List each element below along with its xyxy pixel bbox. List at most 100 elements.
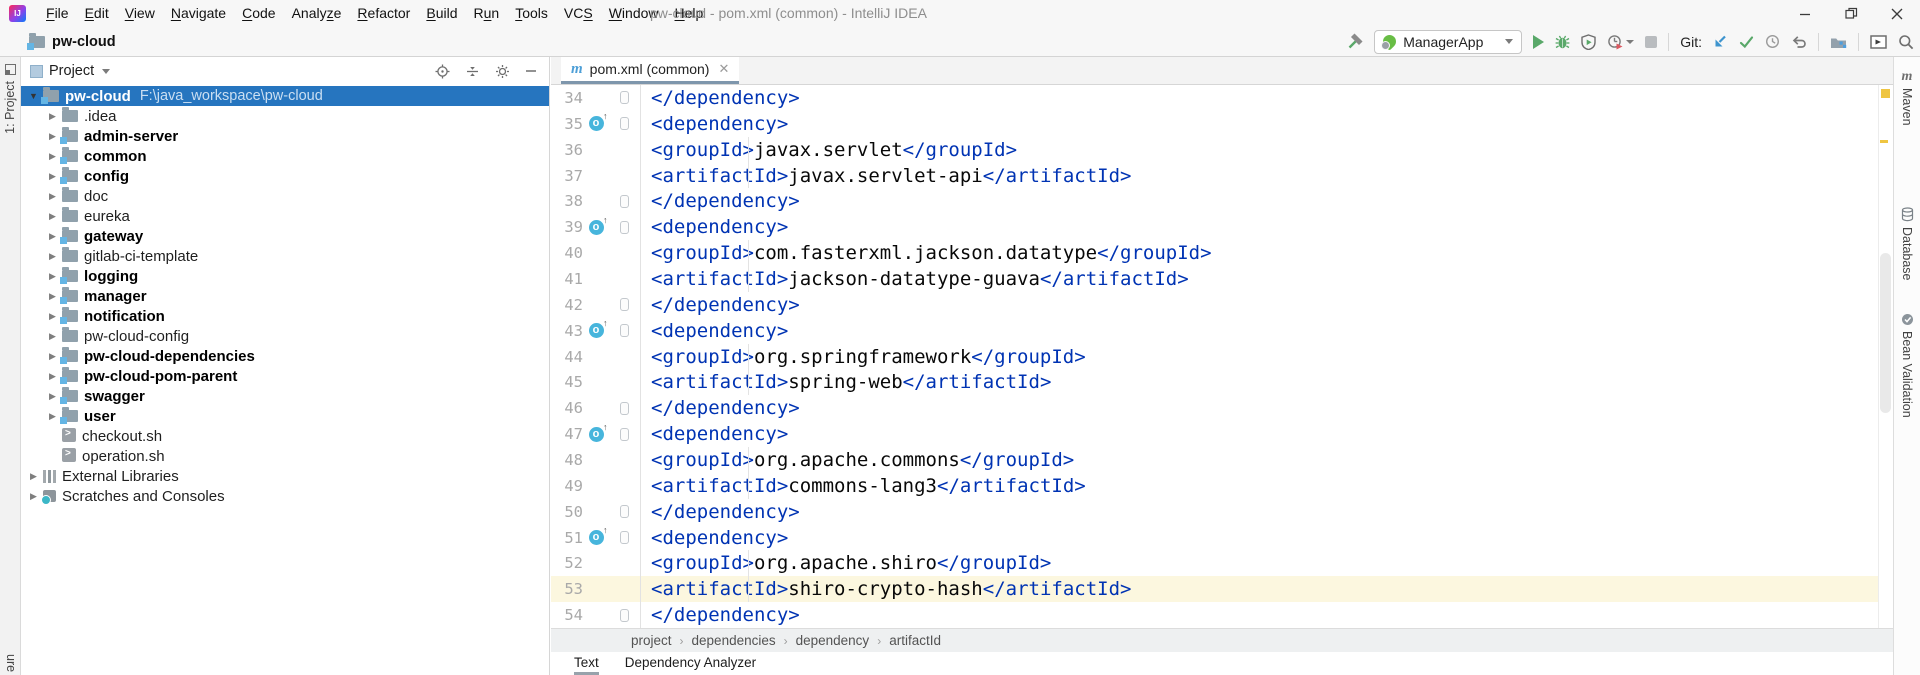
fold-end-icon[interactable] — [620, 505, 629, 518]
run-anything-window-icon[interactable] — [1870, 35, 1887, 49]
code-line-49[interactable]: 49 <artifactId>commons-lang3</artifactId… — [551, 473, 1893, 499]
chevron-right-icon[interactable]: ▶ — [44, 331, 61, 342]
nav-project-item[interactable]: pw-cloud — [52, 34, 116, 50]
tree-item-swagger[interactable]: ▶swagger — [21, 386, 549, 406]
tool-stripe-maven-button[interactable]: m Maven — [1894, 71, 1920, 126]
run-configuration-select[interactable]: ManagerApp — [1374, 30, 1522, 54]
tool-stripe-structure-button[interactable]: ure — [4, 654, 18, 672]
tree-item-manager[interactable]: ▶manager — [21, 286, 549, 306]
breadcrumb-item-dependencies[interactable]: dependencies — [690, 633, 778, 648]
code-line-53[interactable]: 53 <artifactId>shiro-crypto-hash</artifa… — [551, 576, 1893, 602]
code-line-40[interactable]: 40 <groupId>com.fasterxml.jackson.dataty… — [551, 240, 1893, 266]
search-everywhere-icon[interactable] — [1898, 34, 1914, 50]
run-button[interactable] — [1533, 35, 1544, 49]
fold-end-icon[interactable] — [620, 402, 629, 415]
project-panel-title[interactable]: Project — [49, 63, 94, 79]
stop-button[interactable] — [1645, 36, 1657, 48]
code-line-47[interactable]: 47o <dependency> — [551, 421, 1893, 447]
tab-close-icon[interactable]: ✕ — [718, 61, 729, 77]
chevron-right-icon[interactable]: ▶ — [44, 231, 61, 242]
tree-item-external-libraries[interactable]: ▶External Libraries — [21, 466, 549, 486]
tree-item-pw-cloud-config[interactable]: ▶pw-cloud-config — [21, 326, 549, 346]
tool-stripe-bean-validation-button[interactable]: Bean Validation — [1894, 313, 1920, 418]
chevron-right-icon[interactable]: ▶ — [44, 291, 61, 302]
git-commit-icon[interactable] — [1739, 35, 1754, 49]
tool-stripe-project-button[interactable]: 1: Project — [3, 81, 17, 134]
chevron-right-icon[interactable]: ▶ — [44, 251, 61, 262]
run-with-coverage-icon[interactable] — [1581, 34, 1596, 50]
maven-dependency-gutter-icon[interactable]: o — [589, 220, 604, 235]
fold-start-icon[interactable] — [620, 117, 629, 130]
minimize-icon[interactable] — [1782, 0, 1828, 27]
code-line-35[interactable]: 35o <dependency> — [551, 111, 1893, 137]
chevron-right-icon[interactable]: ▶ — [44, 351, 61, 362]
menu-build[interactable]: Build — [418, 0, 465, 27]
fold-end-icon[interactable] — [620, 298, 629, 311]
breadcrumb-item-artifactId[interactable]: artifactId — [887, 633, 943, 648]
profiler-icon[interactable] — [1607, 34, 1634, 50]
chevron-right-icon[interactable]: ▶ — [44, 311, 61, 322]
tree-item-pw-cloud-pom-parent[interactable]: ▶pw-cloud-pom-parent — [21, 366, 549, 386]
close-icon[interactable] — [1874, 0, 1920, 27]
code-editor[interactable]: 34 </dependency>35o <dependency>36 <grou… — [551, 85, 1893, 628]
tree-item-pw-cloud-dependencies[interactable]: ▶pw-cloud-dependencies — [21, 346, 549, 366]
menu-edit[interactable]: Edit — [77, 0, 117, 27]
code-line-44[interactable]: 44 <groupId>org.springframework</groupId… — [551, 344, 1893, 370]
bottom-tab-dependency-analyzer[interactable]: Dependency Analyzer — [625, 652, 756, 675]
settings-gear-icon[interactable] — [495, 64, 510, 79]
tree-item-doc[interactable]: ▶doc — [21, 186, 549, 206]
chevron-right-icon[interactable]: ▶ — [44, 271, 61, 282]
chevron-right-icon[interactable]: ▶ — [44, 151, 61, 162]
menu-navigate[interactable]: Navigate — [163, 0, 234, 27]
chevron-right-icon[interactable]: ▶ — [44, 391, 61, 402]
code-line-34[interactable]: 34 </dependency> — [551, 85, 1893, 111]
history-clock-icon[interactable] — [1765, 34, 1780, 49]
code-line-38[interactable]: 38 </dependency> — [551, 188, 1893, 214]
locate-file-icon[interactable] — [435, 64, 450, 79]
fold-end-icon[interactable] — [620, 609, 629, 622]
tree-item-eureka[interactable]: ▶eureka — [21, 206, 549, 226]
restore-icon[interactable] — [1828, 0, 1874, 27]
tree-item--idea[interactable]: ▶.idea — [21, 106, 549, 126]
warning-stripe-mark[interactable] — [1880, 140, 1888, 143]
maven-dependency-gutter-icon[interactable]: o — [589, 323, 604, 338]
scrollbar-thumb[interactable] — [1880, 253, 1891, 413]
chevron-right-icon[interactable]: ▶ — [44, 171, 61, 182]
tree-item-admin-server[interactable]: ▶admin-server — [21, 126, 549, 146]
tree-item-checkout-sh[interactable]: ▶checkout.sh — [21, 426, 549, 446]
breadcrumb-item-dependency[interactable]: dependency — [794, 633, 872, 648]
tree-item-config[interactable]: ▶config — [21, 166, 549, 186]
build-hammer-icon[interactable] — [1346, 33, 1363, 50]
code-line-50[interactable]: 50 </dependency> — [551, 499, 1893, 525]
hide-panel-icon[interactable] — [525, 65, 537, 77]
git-update-icon[interactable] — [1713, 34, 1728, 49]
fold-start-icon[interactable] — [620, 428, 629, 441]
tree-item-pw-cloud[interactable]: ▼pw-cloudF:\java_workspace\pw-cloud — [21, 86, 549, 106]
warning-stripe-mark[interactable] — [1881, 89, 1890, 98]
rollback-icon[interactable] — [1791, 35, 1807, 49]
chevron-right-icon[interactable]: ▶ — [44, 111, 61, 122]
menu-file[interactable]: File — [38, 0, 77, 27]
debug-button[interactable] — [1555, 34, 1570, 50]
fold-start-icon[interactable] — [620, 221, 629, 234]
chevron-right-icon[interactable]: ▶ — [25, 471, 42, 482]
code-line-51[interactable]: 51o <dependency> — [551, 525, 1893, 551]
chevron-down-icon[interactable]: ▼ — [25, 91, 42, 101]
chevron-down-icon[interactable] — [102, 69, 110, 74]
code-line-42[interactable]: 42 </dependency> — [551, 292, 1893, 318]
bottom-tab-text[interactable]: Text — [574, 652, 599, 675]
maven-dependency-gutter-icon[interactable]: o — [589, 116, 604, 131]
tree-item-scratches-and-consoles[interactable]: ▶Scratches and Consoles — [21, 486, 549, 506]
tree-item-common[interactable]: ▶common — [21, 146, 549, 166]
chevron-right-icon[interactable]: ▶ — [44, 191, 61, 202]
menu-vcs[interactable]: VCS — [556, 0, 601, 27]
code-line-43[interactable]: 43o <dependency> — [551, 318, 1893, 344]
fold-start-icon[interactable] — [620, 531, 629, 544]
menu-refactor[interactable]: Refactor — [349, 0, 418, 27]
fold-start-icon[interactable] — [620, 324, 629, 337]
fold-end-icon[interactable] — [620, 91, 629, 104]
chevron-right-icon[interactable]: ▶ — [44, 411, 61, 422]
tab-pom-xml-common[interactable]: m pom.xml (common) ✕ — [561, 57, 739, 84]
menu-view[interactable]: View — [117, 0, 163, 27]
code-line-41[interactable]: 41 <artifactId>jackson-datatype-guava</a… — [551, 266, 1893, 292]
